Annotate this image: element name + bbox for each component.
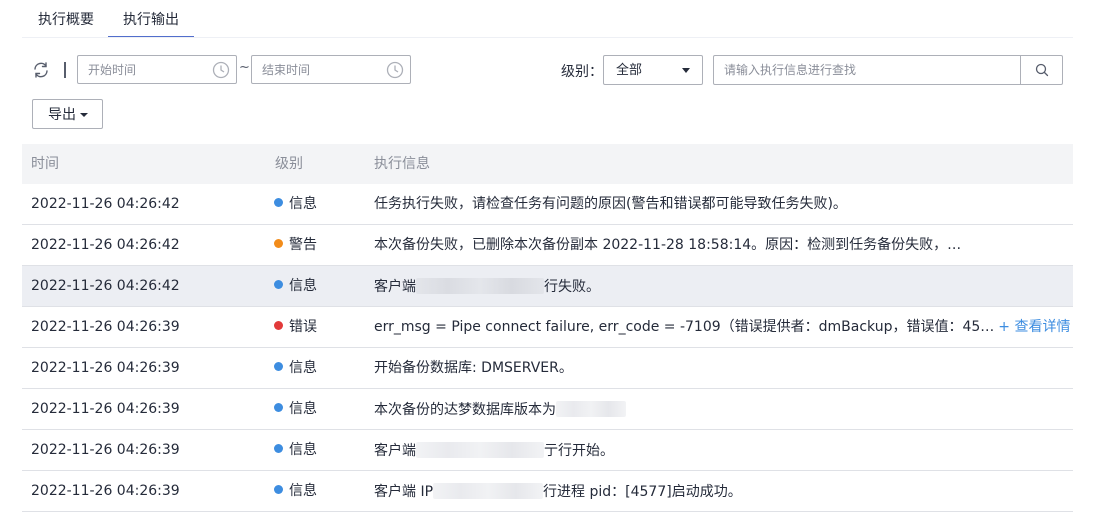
- search-input[interactable]: [714, 56, 1020, 84]
- row-message: 本次备份失败，已删除本次备份副本 2022-11-28 18:58:14。原因：…: [374, 237, 961, 254]
- chevron-down-icon: [682, 68, 690, 73]
- level-select[interactable]: 全部: [603, 55, 703, 85]
- row-level: 错误: [274, 319, 317, 336]
- tab-bar: 执行概要 执行输出: [0, 0, 1100, 38]
- status-dot: [274, 362, 283, 371]
- row-level: 警告: [274, 237, 317, 254]
- row-message: 本次备份的达梦数据库版本为: [374, 401, 626, 419]
- table-row: 2022-11-26 04:26:42 信息 客户端 行失败。: [22, 266, 1073, 307]
- toolbar-divider: [64, 62, 66, 78]
- header-message: 执行信息: [374, 156, 430, 172]
- date-range-separator: ~: [239, 60, 250, 75]
- tab-divider: [22, 37, 1073, 38]
- message-text: 任务执行失败，请检查任务有问题的原因(警告和错误都可能导致任务失败)。: [374, 196, 847, 212]
- execution-output-table: 时间 级别 执行信息 2022-11-26 04:26:42 信息 任务执行失败…: [22, 144, 1073, 512]
- row-message: err_msg = Pipe connect failure, err_code…: [374, 319, 1070, 336]
- level-select-value: 全部: [616, 63, 643, 78]
- row-time: 2022-11-26 04:26:42: [31, 278, 180, 294]
- level-text: 信息: [289, 360, 317, 376]
- redacted-text: [416, 278, 544, 294]
- row-level: 信息: [274, 442, 317, 459]
- status-dot: [274, 239, 283, 248]
- message-text-tail: 行进程 pid：[4577]启动成功。: [543, 484, 742, 500]
- level-text: 信息: [289, 278, 317, 294]
- start-time-picker[interactable]: 开始时间: [77, 55, 237, 84]
- row-message: 开始备份数据库: DMSERVER。: [374, 360, 573, 377]
- status-dot: [274, 485, 283, 494]
- message-text-tail: 亍行开始。: [544, 443, 614, 459]
- table-row: 2022-11-26 04:26:39 信息 本次备份的达梦数据库版本为: [22, 389, 1073, 430]
- start-time-placeholder: 开始时间: [88, 63, 137, 77]
- row-time: 2022-11-26 04:26:39: [31, 360, 180, 376]
- status-dot: [274, 444, 283, 453]
- level-filter-label: 级别：: [561, 64, 603, 80]
- clock-icon: [386, 61, 404, 79]
- row-level: 信息: [274, 196, 317, 213]
- search-box: [713, 55, 1063, 85]
- row-level: 信息: [274, 360, 317, 377]
- message-text: 客户端: [374, 443, 416, 459]
- message-text: 本次备份的达梦数据库版本为: [374, 402, 556, 418]
- status-dot: [274, 198, 283, 207]
- caret-down-icon: [80, 113, 88, 117]
- row-message: 任务执行失败，请检查任务有问题的原因(警告和错误都可能导致任务失败)。: [374, 196, 847, 213]
- table-row: 2022-11-26 04:26:39 信息 客户端 亍行开始。: [22, 430, 1073, 471]
- level-text: 错误: [289, 319, 317, 335]
- row-time: 2022-11-26 04:26:42: [31, 196, 180, 212]
- message-text: err_msg = Pipe connect failure, err_code…: [374, 319, 995, 335]
- tab-execution-output[interactable]: 执行输出: [108, 10, 194, 38]
- message-text-tail: 行失败。: [544, 279, 600, 295]
- message-text: 开始备份数据库: DMSERVER。: [374, 360, 573, 376]
- message-text: 客户端 IP: [374, 484, 434, 500]
- row-message: 客户端 IP 行进程 pid：[4577]启动成功。: [374, 483, 742, 501]
- end-time-placeholder: 结束时间: [262, 63, 311, 77]
- header-level: 级别: [275, 156, 303, 172]
- table-row: 2022-11-26 04:26:39 错误 err_msg = Pipe co…: [22, 307, 1073, 348]
- redacted-text: [416, 442, 544, 458]
- export-label: 导出: [48, 107, 76, 123]
- table-row: 2022-11-26 04:26:39 信息 开始备份数据库: DMSERVER…: [22, 348, 1073, 389]
- level-text: 警告: [289, 237, 317, 253]
- tab-execution-summary[interactable]: 执行概要: [38, 10, 94, 38]
- view-details-link[interactable]: + 查看详情: [998, 319, 1070, 335]
- row-level: 信息: [274, 401, 317, 418]
- search-button[interactable]: [1020, 56, 1062, 84]
- row-level: 信息: [274, 483, 317, 500]
- level-text: 信息: [289, 196, 317, 212]
- status-dot: [274, 321, 283, 330]
- refresh-icon[interactable]: [32, 61, 50, 79]
- export-dropdown-button[interactable]: 导出: [32, 99, 103, 129]
- redacted-text: [433, 483, 544, 499]
- row-time: 2022-11-26 04:26:39: [31, 401, 180, 417]
- message-text: 客户端: [374, 279, 416, 295]
- table-header: 时间 级别 执行信息: [22, 144, 1073, 184]
- table-row: 2022-11-26 04:26:39 信息 客户端 IP 行进程 pid：[45…: [22, 471, 1073, 512]
- status-dot: [274, 280, 283, 289]
- level-text: 信息: [289, 401, 317, 417]
- header-time: 时间: [31, 156, 59, 172]
- table-row: 2022-11-26 04:26:42 信息 任务执行失败，请检查任务有问题的原…: [22, 184, 1073, 225]
- row-time: 2022-11-26 04:26:39: [31, 442, 180, 458]
- row-time: 2022-11-26 04:26:42: [31, 237, 180, 253]
- end-time-picker[interactable]: 结束时间: [251, 55, 411, 84]
- level-text: 信息: [289, 483, 317, 499]
- row-message: 客户端 行失败。: [374, 278, 600, 296]
- row-time: 2022-11-26 04:26:39: [31, 319, 180, 335]
- row-message: 客户端 亍行开始。: [374, 442, 614, 460]
- search-icon: [1035, 63, 1049, 77]
- row-level: 信息: [274, 278, 317, 295]
- status-dot: [274, 403, 283, 412]
- redacted-text: [556, 401, 626, 417]
- row-time: 2022-11-26 04:26:39: [31, 483, 180, 499]
- message-text: 本次备份失败，已删除本次备份副本 2022-11-28 18:58:14。原因：…: [374, 237, 962, 253]
- clock-icon: [212, 61, 230, 79]
- level-text: 信息: [289, 442, 317, 458]
- table-row: 2022-11-26 04:26:42 警告 本次备份失败，已删除本次备份副本 …: [22, 225, 1073, 266]
